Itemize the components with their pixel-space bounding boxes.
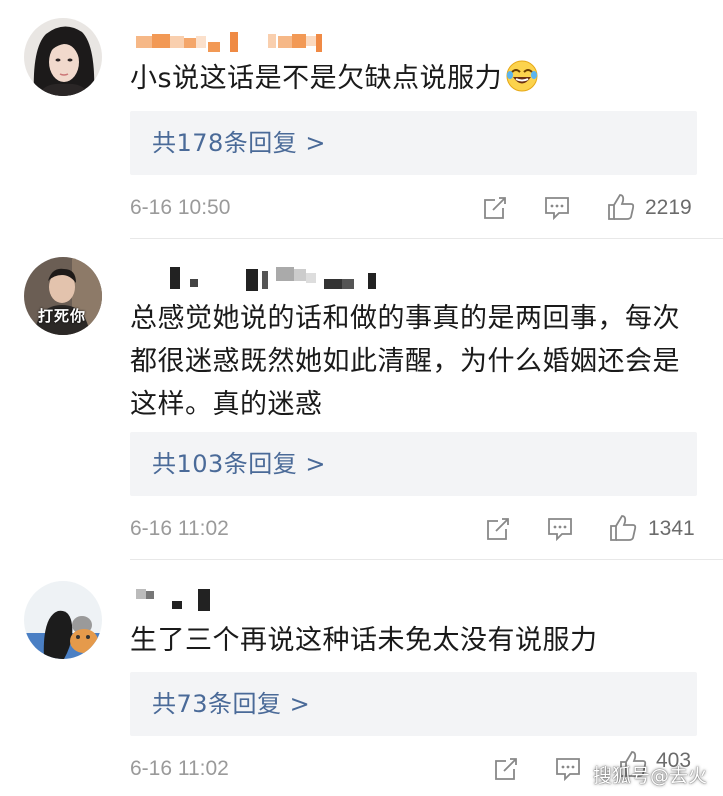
view-replies-label: 共103条回复 > [152, 450, 327, 478]
comment-item: 打死你 总感觉她说的话和做的事真的是两回事，每次都很迷惑既然她如此清醒，为什么婚… [0, 245, 723, 561]
comment-item: 小s说这话是不是欠缺点说服力 共178条回复 > 6-16 10:50 2219 [0, 0, 723, 245]
view-replies-button[interactable]: 共178条回复 > [130, 111, 697, 175]
divider [130, 559, 723, 560]
avatar[interactable] [24, 18, 102, 96]
comment-icon[interactable] [546, 515, 574, 543]
username-blurred[interactable] [130, 587, 430, 617]
watermark-text: 搜狐号@去火 [592, 765, 707, 787]
view-replies-label: 共178条回复 > [152, 129, 327, 157]
comment-text-content: 小s说这话是不是欠缺点说服力 [130, 63, 503, 94]
comment-icon[interactable] [554, 755, 582, 783]
comment-text-content: 总感觉她说的话和做的事真的是两回事，每次都很迷惑既然她如此清醒，为什么婚姻还会是… [130, 303, 680, 420]
comment-timestamp: 6-16 11:02 [130, 517, 229, 540]
comment-timestamp: 6-16 11:02 [130, 757, 229, 780]
like-thumb-icon[interactable] [606, 192, 636, 222]
divider [130, 238, 723, 239]
comment-text: 小s说这话是不是欠缺点说服力 [130, 57, 705, 100]
view-replies-button[interactable]: 共103条回复 > [130, 432, 697, 496]
comment-text: 总感觉她说的话和做的事真的是两回事，每次都很迷惑既然她如此清醒，为什么婚姻还会是… [130, 297, 705, 426]
view-replies-button[interactable]: 共73条回复 > [130, 672, 697, 736]
comment-timestamp: 6-16 10:50 [130, 196, 231, 219]
repost-icon[interactable] [484, 515, 512, 543]
avatar[interactable]: 打死你 [24, 257, 102, 335]
like-count: 2219 [645, 196, 692, 219]
like-thumb-icon[interactable] [608, 513, 638, 543]
username-blurred[interactable] [130, 267, 430, 297]
repost-icon[interactable] [492, 755, 520, 783]
username-blurred[interactable] [130, 30, 430, 60]
comment-text-content: 生了三个再说这种话未免太没有说服力 [130, 625, 598, 656]
avatar[interactable] [24, 581, 102, 659]
view-replies-label: 共73条回复 > [152, 690, 311, 718]
avatar-caption: 打死你 [38, 307, 87, 325]
laughing-tears-emoji-icon [506, 60, 538, 92]
comment-text: 生了三个再说这种话未免太没有说服力 [130, 619, 705, 662]
comment-icon[interactable] [543, 194, 571, 222]
like-count: 1341 [648, 517, 695, 540]
repost-icon[interactable] [481, 194, 509, 222]
